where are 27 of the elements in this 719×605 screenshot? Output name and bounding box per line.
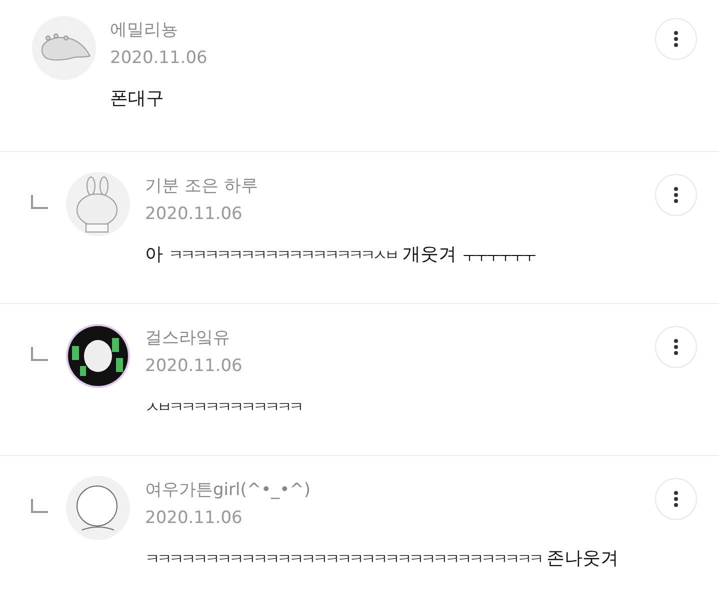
comment-text: 폰대구 xyxy=(110,87,165,111)
author-name: 기분 조은 하루 xyxy=(145,175,259,198)
avatar-icon xyxy=(32,16,96,80)
avatar-icon xyxy=(66,324,130,388)
comment-text: 아 ㅋㅋㅋㅋㅋㅋㅋㅋㅋㅋㅋㅋㅋㅋㅋㅋㅋㅅㅂ 개웃겨 ㅜㅜㅜㅜㅜㅜ xyxy=(145,243,536,267)
more-icon xyxy=(674,339,678,355)
more-icon xyxy=(674,491,678,507)
more-button[interactable] xyxy=(655,326,697,368)
comment-date: 2020.11.06 xyxy=(145,507,244,530)
author-name: 걸스라잌유 xyxy=(145,327,231,350)
avatar-icon xyxy=(66,172,130,236)
author-name: 여우가튼girl(^•_•^) xyxy=(145,479,312,502)
more-button[interactable] xyxy=(655,478,697,520)
comment-date: 2020.11.06 xyxy=(110,47,208,70)
reply-icon xyxy=(30,194,50,210)
author-name: 에밀리뇽 xyxy=(110,19,179,42)
reply-icon xyxy=(30,498,50,514)
reply-icon xyxy=(30,346,50,362)
more-button[interactable] xyxy=(655,174,697,216)
avatar-icon xyxy=(66,476,130,540)
more-button[interactable] xyxy=(655,18,697,60)
more-icon xyxy=(674,31,678,47)
comment-date: 2020.11.06 xyxy=(145,203,244,226)
comment-text: ㅅㅂㅋㅋㅋㅋㅋㅋㅋㅋㅋㅋㅋ xyxy=(145,397,302,418)
more-icon xyxy=(674,187,678,203)
comment-date: 2020.11.06 xyxy=(145,355,244,378)
comment-text: ㅋㅋㅋㅋㅋㅋㅋㅋㅋㅋㅋㅋㅋㅋㅋㅋㅋㅋㅋㅋㅋㅋㅋㅋㅋㅋㅋㅋㅋㅋㅋㅋㅋ 존나웃겨 xyxy=(145,547,620,571)
